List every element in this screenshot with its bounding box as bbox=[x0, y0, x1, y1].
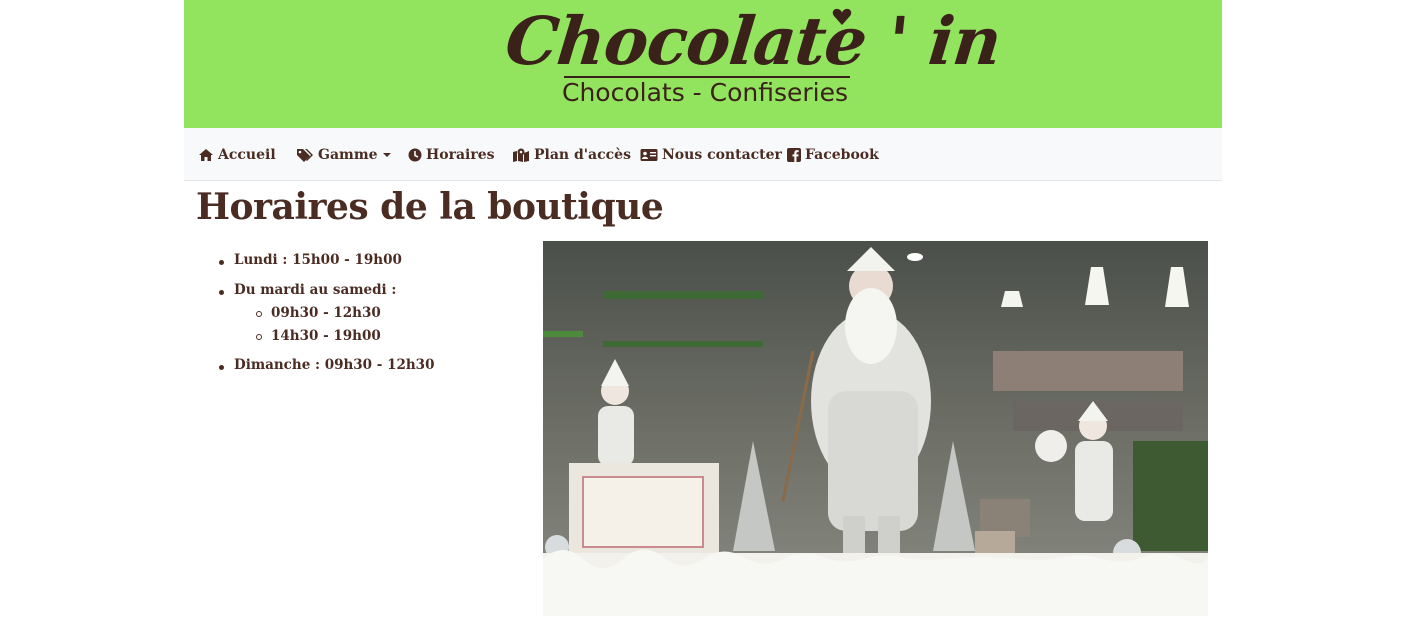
nav-item-nous-contacter[interactable]: Nous contacter bbox=[640, 144, 782, 166]
nav-label: Plan d'accès bbox=[534, 147, 631, 163]
heart-icon bbox=[832, 8, 852, 26]
nav-label: Nous contacter bbox=[662, 147, 782, 163]
shop-window-photo bbox=[543, 241, 1208, 616]
hours-tue-sat-afternoon: 14h30 - 19h00 bbox=[256, 328, 381, 344]
hours-tue-sat: Du mardi au samedi : bbox=[218, 282, 397, 298]
main-navbar: Accueil Gamme Horaires Plan d'accès Nous… bbox=[184, 128, 1222, 181]
address-card-icon bbox=[640, 149, 658, 161]
nav-item-gamme[interactable]: Gamme bbox=[296, 144, 391, 166]
facebook-icon bbox=[787, 148, 801, 162]
page-container: Chocolate ' in Chocolats - Confiseries A… bbox=[184, 0, 1222, 636]
nav-label: Horaires bbox=[426, 147, 495, 163]
chevron-down-icon bbox=[382, 153, 391, 157]
page-title: Horaires de la boutique bbox=[196, 186, 664, 228]
nav-item-horaires[interactable]: Horaires bbox=[408, 144, 495, 166]
nav-label: Gamme bbox=[318, 147, 378, 163]
tags-icon bbox=[297, 149, 313, 162]
hours-tue-sat-morning: 09h30 - 12h30 bbox=[256, 305, 381, 321]
nav-item-accueil[interactable]: Accueil bbox=[198, 144, 276, 166]
hours-sunday: Dimanche : 09h30 - 12h30 bbox=[218, 357, 435, 373]
nav-label: Accueil bbox=[218, 147, 276, 163]
logo-text[interactable]: Chocolate ' in bbox=[502, 2, 1004, 80]
nav-label: Facebook bbox=[805, 147, 879, 163]
shop-window-illustration bbox=[543, 241, 1208, 616]
nav-item-plan-acces[interactable]: Plan d'accès bbox=[512, 144, 631, 166]
header-banner: Chocolate ' in Chocolats - Confiseries bbox=[184, 0, 1222, 128]
clock-icon bbox=[408, 148, 422, 162]
map-icon bbox=[513, 148, 529, 162]
logo-tagline: Chocolats - Confiseries bbox=[562, 78, 849, 107]
hours-monday: Lundi : 15h00 - 19h00 bbox=[219, 252, 402, 268]
home-icon bbox=[199, 149, 213, 161]
nav-item-facebook[interactable]: Facebook bbox=[787, 144, 879, 166]
